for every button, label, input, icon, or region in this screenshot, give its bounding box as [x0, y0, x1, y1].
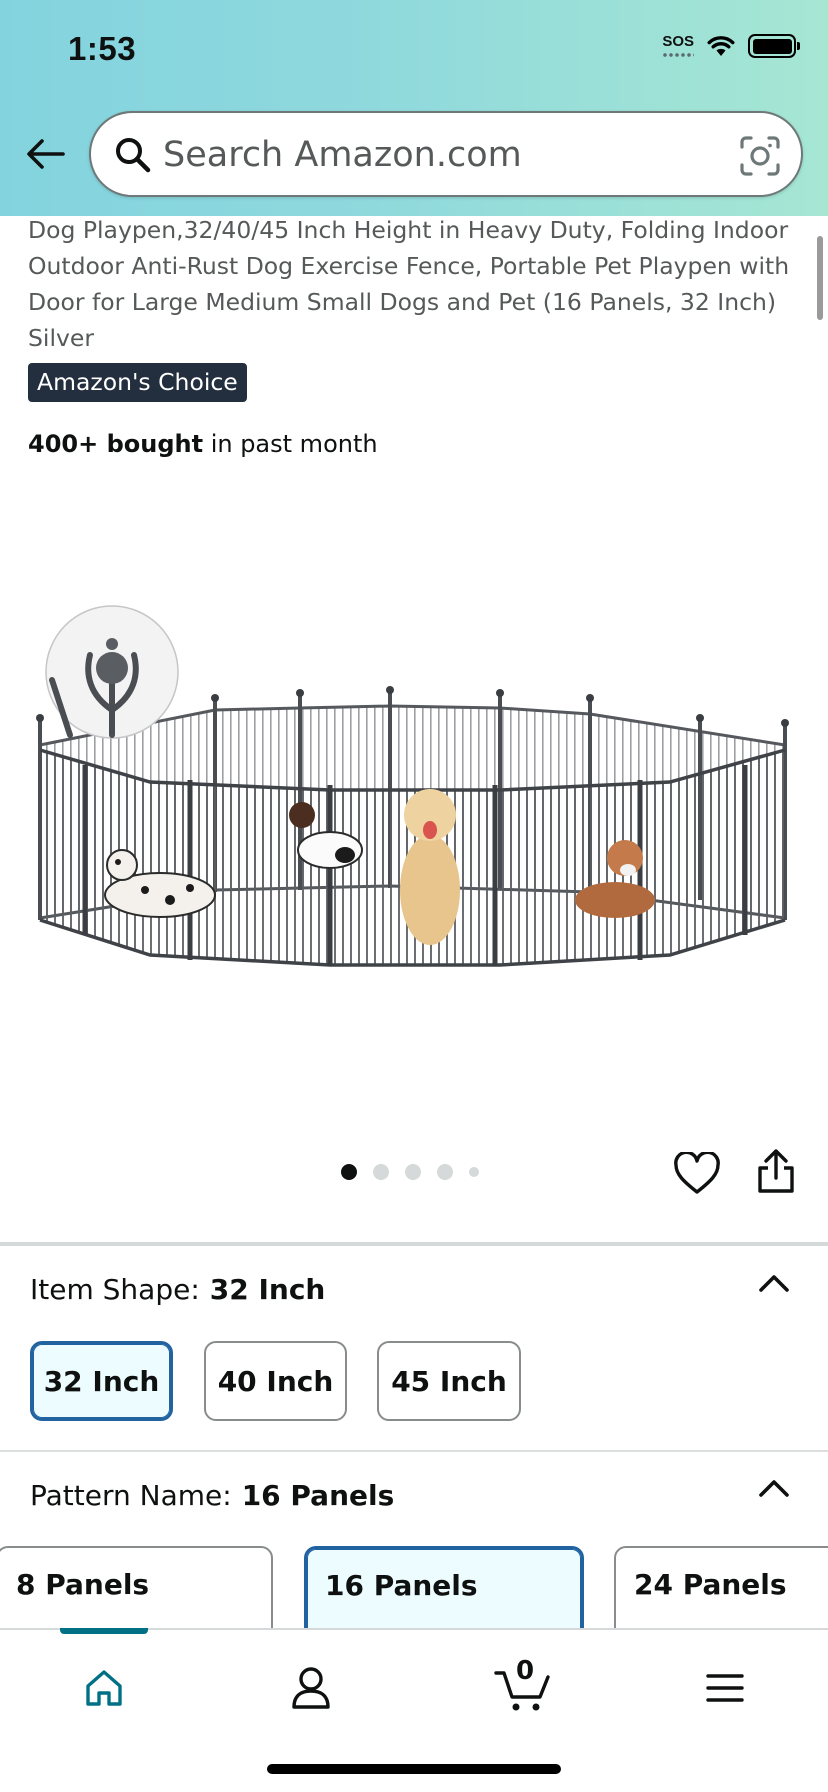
- home-indicator-bar[interactable]: [267, 1764, 561, 1774]
- nav-menu[interactable]: [695, 1660, 755, 1716]
- product-title[interactable]: Dog Playpen,32/40/45 Inch Height in Heav…: [28, 212, 808, 356]
- section-divider: [0, 1450, 828, 1452]
- item-shape-label: Item Shape:: [30, 1273, 200, 1306]
- cart-count-badge: 0: [516, 1656, 535, 1686]
- item-shape-option[interactable]: 32 Inch: [30, 1341, 173, 1421]
- status-time: 1:53: [68, 30, 137, 67]
- item-shape-option[interactable]: 45 Inch: [377, 1341, 521, 1421]
- wifi-icon: [707, 36, 735, 56]
- back-button[interactable]: [22, 134, 68, 174]
- product-image[interactable]: [30, 600, 800, 980]
- item-shape-header[interactable]: Item Shape: 32 Inch: [30, 1270, 325, 1310]
- battery-icon: [748, 34, 800, 58]
- carousel-dot[interactable]: [437, 1164, 453, 1180]
- section-divider: [0, 1242, 828, 1246]
- signal-dots-icon: [662, 53, 694, 57]
- home-tab-indicator: [60, 1628, 148, 1634]
- back-arrow-icon: [27, 139, 65, 169]
- image-carousel-dots[interactable]: [341, 1164, 479, 1180]
- sos-indicator: SOS: [662, 33, 694, 57]
- nav-home[interactable]: [74, 1660, 134, 1716]
- item-shape-option[interactable]: 40 Inch: [204, 1341, 347, 1421]
- carousel-dot[interactable]: [341, 1164, 357, 1180]
- home-icon: [86, 1670, 122, 1706]
- chevron-up-icon[interactable]: [758, 1273, 790, 1293]
- share-icon[interactable]: [756, 1148, 796, 1194]
- search-input[interactable]: [163, 129, 723, 181]
- sos-label: SOS: [662, 33, 694, 50]
- amazons-choice-badge[interactable]: Amazon's Choice: [28, 363, 247, 402]
- nav-account[interactable]: [281, 1660, 341, 1716]
- pattern-name-header[interactable]: Pattern Name: 16 Panels: [30, 1476, 394, 1516]
- search-icon: [116, 138, 151, 173]
- pattern-name-label: Pattern Name:: [30, 1479, 232, 1512]
- account-icon: [292, 1667, 330, 1709]
- pattern-name-selected: 16 Panels: [241, 1479, 395, 1512]
- carousel-dot[interactable]: [469, 1167, 479, 1177]
- wishlist-heart-icon[interactable]: [673, 1152, 721, 1196]
- menu-icon: [706, 1674, 744, 1702]
- bought-count-suffix: in past month: [203, 430, 378, 458]
- carousel-dot[interactable]: [405, 1164, 421, 1180]
- bought-count-bold: 400+ bought: [28, 430, 204, 458]
- nav-cart[interactable]: 0: [488, 1656, 558, 1716]
- scrollbar[interactable]: [817, 236, 823, 320]
- header: 1:53 SOS: [0, 0, 828, 216]
- status-icons: SOS: [662, 33, 800, 58]
- camera-scan-icon[interactable]: [739, 135, 781, 177]
- bought-count: 400+ bought in past month: [28, 426, 378, 462]
- carousel-dot[interactable]: [373, 1164, 389, 1180]
- item-shape-selected: 32 Inch: [209, 1273, 326, 1306]
- chevron-up-icon[interactable]: [758, 1478, 790, 1498]
- search-bar[interactable]: [89, 111, 803, 197]
